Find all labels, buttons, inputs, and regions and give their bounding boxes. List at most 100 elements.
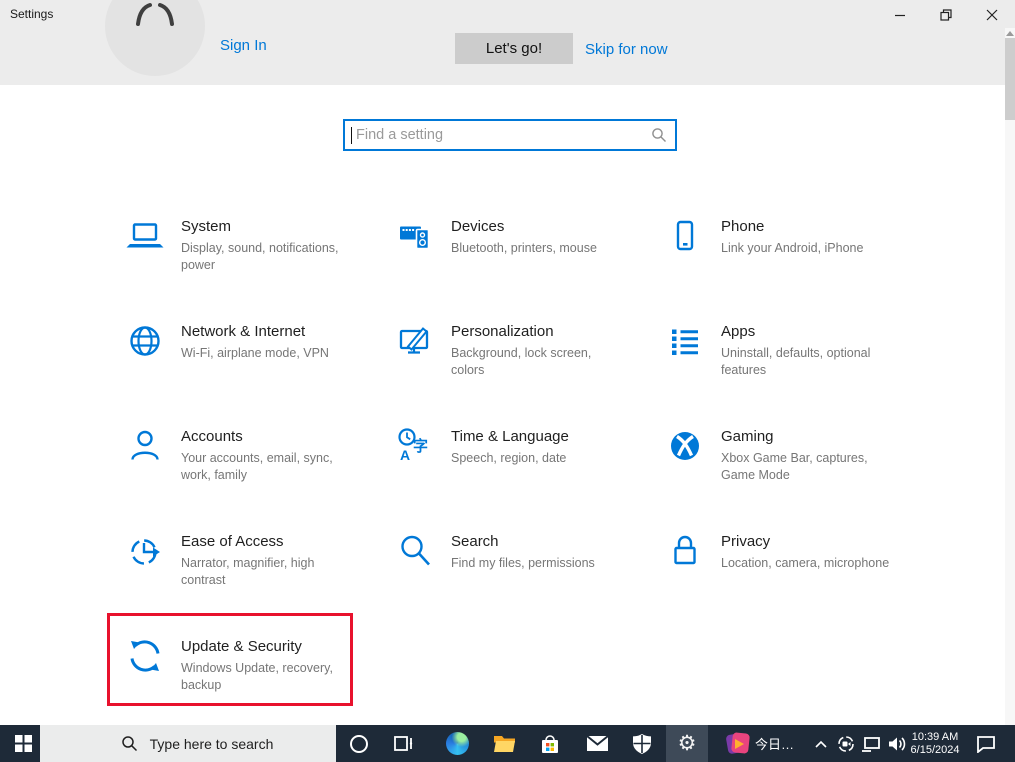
tile-gaming[interactable]: Gaming Xbox Game Bar, captures, Game Mod…: [647, 414, 917, 519]
gaming-xbox-icon: [671, 432, 699, 460]
tile-subtitle: Wi-Fi, airplane mode, VPN: [181, 346, 329, 360]
text-caret: [351, 126, 352, 144]
restore-button[interactable]: [923, 0, 969, 30]
window-title: Settings: [10, 7, 54, 21]
task-view-button[interactable]: [390, 725, 418, 762]
window-controls: [877, 0, 1015, 30]
volume-tray-button[interactable]: [884, 725, 910, 762]
today-widget-label[interactable]: 今日…: [755, 725, 807, 762]
tile-privacy[interactable]: Privacy Location, camera, microphone: [647, 519, 917, 624]
lets-go-button[interactable]: Let's go!: [455, 33, 573, 64]
skip-for-now-link[interactable]: Skip for now: [585, 41, 668, 58]
scrollbar-thumb[interactable]: [1005, 38, 1015, 120]
tile-personalization[interactable]: Personalization Background, lock screen,…: [377, 309, 647, 414]
taskbar-search-placeholder: Type here to search: [149, 735, 274, 752]
personalization-icon: [399, 327, 429, 354]
mail-button[interactable]: [582, 725, 612, 762]
tile-phone[interactable]: Phone Link your Android, iPhone: [647, 204, 917, 309]
accounts-person-icon: [131, 430, 159, 460]
find-setting-input[interactable]: [354, 126, 651, 144]
microsoft-store-button[interactable]: [536, 725, 564, 762]
sign-in-link[interactable]: Sign In: [220, 37, 267, 54]
tile-title: Update & Security: [181, 638, 302, 655]
tray-overflow-button[interactable]: [811, 725, 831, 762]
tile-subtitle: Location, camera, microphone: [721, 556, 890, 570]
minimize-button[interactable]: [877, 0, 923, 30]
cortana-button[interactable]: [345, 725, 373, 762]
tile-apps[interactable]: Apps Uninstall, defaults, optional featu…: [647, 309, 917, 414]
phone-icon: [676, 220, 694, 251]
privacy-lock-icon: [674, 535, 696, 565]
action-center-button[interactable]: [970, 725, 1002, 762]
news-widgets-button[interactable]: [724, 725, 754, 762]
tile-subtitle: Narrator, magnifier, high contrast: [181, 556, 315, 588]
windows-logo-icon: [14, 735, 32, 752]
tile-subtitle: Your accounts, email, sync, work, family: [181, 451, 333, 483]
tile-time-language[interactable]: 字 A Time & Language Speech, region, date: [377, 414, 647, 519]
svg-text:A: A: [400, 447, 410, 463]
microsoft-store-icon: [542, 734, 558, 753]
avatar: [105, 0, 205, 76]
network-globe-icon: [130, 326, 160, 356]
taskbar-search-box[interactable]: Type here to search: [40, 725, 336, 762]
tile-subtitle: Bluetooth, printers, mouse: [451, 241, 597, 255]
avatar-face-icon: [136, 3, 174, 26]
meet-now-icon: [838, 735, 854, 752]
file-explorer-icon: [493, 736, 515, 752]
tile-devices[interactable]: Devices Bluetooth, printers, mouse: [377, 204, 647, 309]
tile-subtitle: Find my files, permissions: [451, 556, 595, 570]
time-language-icon: 字 A: [398, 428, 428, 463]
file-explorer-button[interactable]: [490, 725, 518, 762]
tile-system[interactable]: System Display, sound, notifications, po…: [107, 204, 377, 309]
news-widgets-icon: [725, 731, 751, 756]
taskbar-clock[interactable]: 10:39 AM 6/15/2024: [908, 725, 962, 762]
close-icon: [986, 9, 998, 21]
tile-network-internet[interactable]: Network & Internet Wi-Fi, airplane mode,…: [107, 309, 377, 414]
tile-update-security[interactable]: Update & Security Windows Update, recove…: [107, 624, 377, 729]
action-center-icon: [977, 735, 995, 753]
find-setting-box: [343, 119, 677, 151]
security-shield-icon: [633, 733, 651, 754]
taskbar-search-icon: [121, 736, 137, 752]
scrollbar-up-arrow-icon[interactable]: [1006, 31, 1014, 36]
tile-accounts[interactable]: Accounts Your accounts, email, sync, wor…: [107, 414, 377, 519]
settings-header: Settings Sign In Let's go! Skip for now: [0, 0, 1015, 85]
settings-taskbar-button[interactable]: ⚙: [666, 725, 708, 762]
windows-security-button[interactable]: [628, 725, 656, 762]
edge-icon: [445, 732, 469, 755]
tile-title: Devices: [451, 218, 505, 235]
tile-title: Personalization: [451, 323, 554, 340]
start-button[interactable]: [6, 725, 40, 762]
tile-subtitle: Windows Update, recovery, backup: [181, 661, 333, 693]
tile-ease-of-access[interactable]: Ease of Access Narrator, magnifier, high…: [107, 519, 377, 624]
network-tray-button[interactable]: [858, 725, 884, 762]
tile-subtitle: Link your Android, iPhone: [721, 241, 864, 255]
tile-subtitle: Uninstall, defaults, optional features: [721, 346, 871, 378]
tile-title: Phone: [721, 218, 765, 235]
tile-title: Time & Language: [451, 428, 569, 445]
edge-button[interactable]: [443, 725, 471, 762]
cortana-icon: [350, 734, 368, 753]
minimize-icon: [895, 14, 905, 17]
mail-icon: [585, 735, 609, 751]
tile-title: Search: [451, 533, 499, 550]
tile-title: Network & Internet: [181, 323, 306, 340]
settings-gear-icon: ⚙: [677, 732, 697, 755]
settings-categories: System Display, sound, notifications, po…: [107, 204, 922, 729]
search-category-icon: [401, 535, 430, 566]
meet-now-button[interactable]: [834, 725, 858, 762]
svg-text:字: 字: [413, 437, 428, 455]
tile-subtitle: Speech, region, date: [451, 451, 567, 465]
tile-search[interactable]: Search Find my files, permissions: [377, 519, 647, 624]
ease-of-access-icon: [131, 539, 160, 565]
network-tray-icon: [862, 736, 880, 752]
tile-subtitle: Display, sound, notifications, power: [181, 241, 339, 273]
speaker-icon: [889, 736, 906, 751]
update-security-sync-icon: [130, 640, 160, 672]
devices-icon: [400, 226, 430, 250]
chevron-up-icon: [815, 740, 827, 748]
close-button[interactable]: [969, 0, 1015, 30]
scrollbar[interactable]: [1005, 28, 1015, 725]
tile-title: System: [181, 218, 232, 235]
tile-title: Accounts: [181, 428, 243, 445]
